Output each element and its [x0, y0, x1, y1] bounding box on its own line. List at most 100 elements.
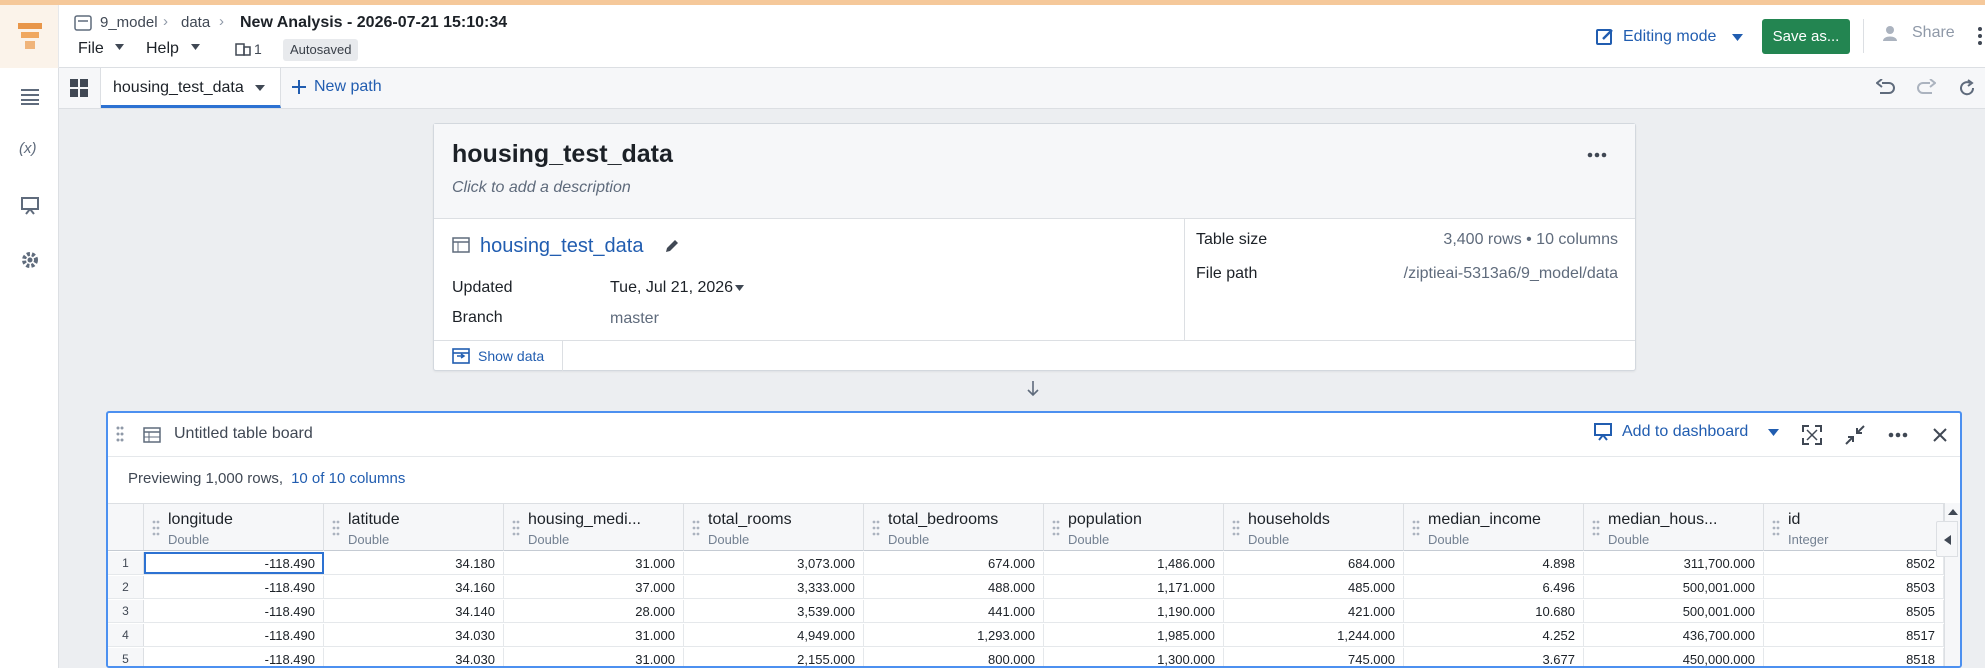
table-cell[interactable]: 441.000	[864, 600, 1044, 622]
table-cell[interactable]: 1,300.000	[1044, 648, 1224, 666]
caret-down-icon[interactable]	[735, 285, 744, 291]
table-cell[interactable]: -118.490	[144, 624, 324, 646]
undo-icon[interactable]	[1876, 79, 1896, 97]
show-data-button[interactable]: Show data	[434, 341, 563, 371]
drag-handle-icon[interactable]	[116, 426, 124, 442]
list-icon[interactable]	[21, 89, 39, 105]
minimize-icon[interactable]	[1845, 425, 1865, 445]
table-row[interactable]: 1 -118.490 34.180 31.000 3,073.000 674.000 1,4…	[108, 552, 1944, 575]
table-cell[interactable]: 1,190.000	[1044, 600, 1224, 622]
table-cell[interactable]: 8505	[1764, 600, 1944, 622]
drag-handle-icon[interactable]	[1772, 520, 1780, 536]
column-header[interactable]: population Double	[1044, 504, 1224, 551]
drag-handle-icon[interactable]	[152, 520, 160, 536]
table-cell[interactable]: 8503	[1764, 576, 1944, 598]
settings-gear-icon[interactable]	[20, 250, 40, 270]
help-menu[interactable]: Help	[146, 40, 179, 58]
table-cell[interactable]: 745.000	[1224, 648, 1404, 666]
columns-link[interactable]: 10 of 10 columns	[291, 470, 405, 487]
board-title[interactable]: Untitled table board	[174, 425, 313, 443]
table-cell[interactable]: 3,333.000	[684, 576, 864, 598]
users-icon[interactable]	[235, 41, 251, 56]
table-cell[interactable]: 10.680	[1404, 600, 1584, 622]
column-header[interactable]: median_income Double	[1404, 504, 1584, 551]
table-cell[interactable]: 31.000	[504, 624, 684, 646]
table-cell[interactable]: 34.160	[324, 576, 504, 598]
column-header[interactable]: id Integer	[1764, 504, 1944, 551]
drag-handle-icon[interactable]	[872, 520, 880, 536]
drag-handle-icon[interactable]	[1052, 520, 1060, 536]
table-cell[interactable]: 3,073.000	[684, 552, 864, 574]
drag-handle-icon[interactable]	[512, 520, 520, 536]
table-cell[interactable]: 31.000	[504, 552, 684, 574]
table-cell[interactable]: 34.180	[324, 552, 504, 574]
table-cell[interactable]: 684.000	[1224, 552, 1404, 574]
fullscreen-icon[interactable]	[1802, 425, 1822, 445]
table-row[interactable]: 4 -118.490 34.030 31.000 4,949.000 1,293.000 1…	[108, 624, 1944, 647]
updated-value[interactable]: Tue, Jul 21, 2026	[610, 279, 733, 297]
table-cell[interactable]: -118.490	[144, 552, 324, 574]
presentation-icon[interactable]	[21, 197, 39, 215]
redo-icon[interactable]	[1916, 79, 1936, 97]
table-cell[interactable]: 1,486.000	[1044, 552, 1224, 574]
table-cell[interactable]: 34.140	[324, 600, 504, 622]
table-cell[interactable]: 421.000	[1224, 600, 1404, 622]
table-cell[interactable]: 3,539.000	[684, 600, 864, 622]
table-cell[interactable]: 800.000	[864, 648, 1044, 666]
collapse-panel-button[interactable]	[1936, 521, 1958, 557]
column-header[interactable]: latitude Double	[324, 504, 504, 551]
refresh-icon[interactable]	[1958, 79, 1976, 97]
app-logo[interactable]	[0, 5, 59, 68]
table-row[interactable]: 2 -118.490 34.160 37.000 3,333.000 488.000 1,1…	[108, 576, 1944, 599]
table-cell[interactable]: -118.490	[144, 576, 324, 598]
table-cell[interactable]: 1,293.000	[864, 624, 1044, 646]
column-header[interactable]: households Double	[1224, 504, 1404, 551]
dataset-link[interactable]: housing_test_data	[480, 235, 643, 258]
table-cell[interactable]: 450,000.000	[1584, 648, 1764, 666]
dataset-card-title[interactable]: housing_test_data	[452, 140, 673, 169]
column-header[interactable]: housing_medi... Double	[504, 504, 684, 551]
grid-view-button[interactable]	[59, 68, 101, 108]
table-row[interactable]: 5 -118.490 34.030 31.000 2,155.000 800.000 1,3…	[108, 648, 1944, 666]
table-cell[interactable]: 488.000	[864, 576, 1044, 598]
table-cell[interactable]: 4.252	[1404, 624, 1584, 646]
table-cell[interactable]: -118.490	[144, 600, 324, 622]
table-cell[interactable]: 6.496	[1404, 576, 1584, 598]
table-cell[interactable]: 28.000	[504, 600, 684, 622]
more-vertical-icon[interactable]	[1977, 26, 1983, 46]
table-cell[interactable]: 1,171.000	[1044, 576, 1224, 598]
table-cell[interactable]: 37.000	[504, 576, 684, 598]
editing-mode-button[interactable]: Editing mode	[1595, 24, 1744, 50]
column-header[interactable]: longitude Double	[144, 504, 324, 551]
table-cell[interactable]: 1,985.000	[1044, 624, 1224, 646]
column-header[interactable]: total_bedrooms Double	[864, 504, 1044, 551]
table-cell[interactable]: 4.898	[1404, 552, 1584, 574]
add-to-dashboard-button[interactable]: Add to dashboard	[1594, 423, 1780, 441]
drag-handle-icon[interactable]	[332, 520, 340, 536]
drag-handle-icon[interactable]	[692, 520, 700, 536]
column-header[interactable]: total_rooms Double	[684, 504, 864, 551]
table-cell[interactable]: 4,949.000	[684, 624, 864, 646]
more-horizontal-icon[interactable]	[1587, 152, 1607, 158]
caret-down-icon[interactable]	[255, 85, 265, 91]
table-cell[interactable]: 31.000	[504, 648, 684, 666]
breadcrumb-folder[interactable]: 9_model	[100, 14, 158, 31]
drag-handle-icon[interactable]	[1412, 520, 1420, 536]
table-cell[interactable]: 8502	[1764, 552, 1944, 574]
file-path-value[interactable]: /ziptieai-5313a6/9_model/data	[1404, 265, 1618, 283]
variables-icon[interactable]: (x)	[19, 140, 37, 157]
table-cell[interactable]: 8517	[1764, 624, 1944, 646]
table-cell[interactable]: 485.000	[1224, 576, 1404, 598]
table-cell[interactable]: 3.677	[1404, 648, 1584, 666]
table-cell[interactable]: 1,244.000	[1224, 624, 1404, 646]
table-row[interactable]: 3 -118.490 34.140 28.000 3,539.000 441.000 1,1…	[108, 600, 1944, 623]
breadcrumb-sub[interactable]: data	[181, 14, 210, 31]
drag-handle-icon[interactable]	[1592, 520, 1600, 536]
table-cell[interactable]: 436,700.000	[1584, 624, 1764, 646]
drag-handle-icon[interactable]	[1232, 520, 1240, 536]
table-cell[interactable]: 34.030	[324, 624, 504, 646]
share-button[interactable]: Share	[1882, 24, 1955, 42]
pencil-icon[interactable]	[664, 238, 680, 254]
more-horizontal-icon[interactable]	[1888, 432, 1908, 438]
file-menu[interactable]: File	[78, 40, 104, 58]
